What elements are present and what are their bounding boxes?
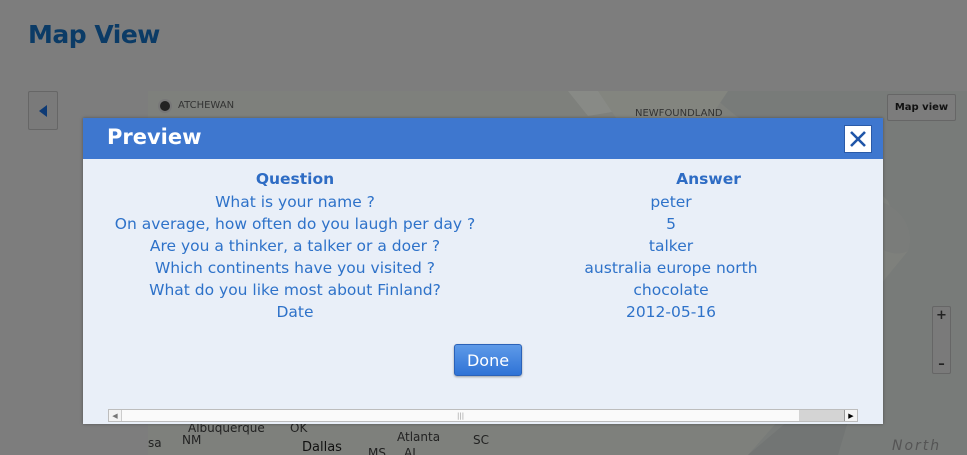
question-cell: On average, how often do you laugh per d… — [114, 215, 476, 233]
chevron-left-icon — [39, 104, 47, 117]
map-label-ms: MS — [368, 446, 386, 455]
zoom-in-button[interactable]: + — [933, 307, 950, 324]
question-cell: What do you like most about Finland? — [149, 281, 441, 299]
map-view-button[interactable]: Map view — [887, 94, 956, 121]
answer-cell: peter — [650, 193, 692, 211]
map-label-al: AL — [404, 446, 419, 455]
answer-column: Answer peter 5 talker australia europe n… — [471, 169, 871, 323]
scrollbar-thumb[interactable]: ||| — [122, 410, 800, 421]
zoom-control: + – — [932, 306, 951, 374]
answer-cell: talker — [648, 237, 694, 255]
dialog-header: Preview — [83, 118, 883, 159]
map-label-atlanta: Atlanta — [397, 430, 441, 444]
question-cell: Which continents have you visited ? — [154, 259, 436, 277]
answer-cell: 5 — [666, 215, 676, 233]
map-label-nm: NM — [182, 433, 202, 447]
location-marker[interactable] — [158, 99, 172, 113]
map-label-saskatchewan: ATCHEWAN — [178, 100, 235, 111]
map-label-sa: sa — [148, 436, 162, 450]
scroll-right-arrow-icon[interactable]: ▶ — [844, 410, 857, 421]
answer-cell: 2012-05-16 — [625, 303, 717, 321]
scrollbar-track[interactable] — [799, 410, 845, 421]
question-cell: What is your name ? — [215, 193, 375, 211]
answer-cell: australia europe north — [584, 259, 758, 277]
question-header: Question — [255, 170, 335, 188]
map-label-north: North — [892, 438, 942, 454]
question-cell: Are you a thinker, a talker or a doer ? — [149, 237, 441, 255]
back-button[interactable] — [28, 91, 58, 130]
map-label-sc: SC — [473, 433, 489, 447]
close-button[interactable] — [844, 125, 872, 153]
answer-cell: chocolate — [633, 281, 709, 299]
dialog-title: Preview — [107, 125, 202, 149]
scroll-left-arrow-icon[interactable]: ◀ — [109, 410, 122, 421]
zoom-out-button[interactable]: – — [933, 356, 950, 373]
page-title: Map View — [28, 20, 160, 49]
answer-header: Answer — [676, 170, 741, 188]
question-cell: Date — [276, 303, 314, 321]
question-column: Question What is your name ? On average,… — [95, 169, 495, 323]
done-button[interactable]: Done — [454, 344, 522, 376]
map-label-dallas: Dallas — [302, 440, 342, 455]
horizontal-scrollbar[interactable]: ◀ ||| ▶ — [108, 409, 858, 422]
grip-icon: ||| — [457, 412, 465, 420]
close-icon — [850, 131, 866, 147]
preview-dialog: Preview Question What is your name ? On … — [83, 118, 883, 424]
